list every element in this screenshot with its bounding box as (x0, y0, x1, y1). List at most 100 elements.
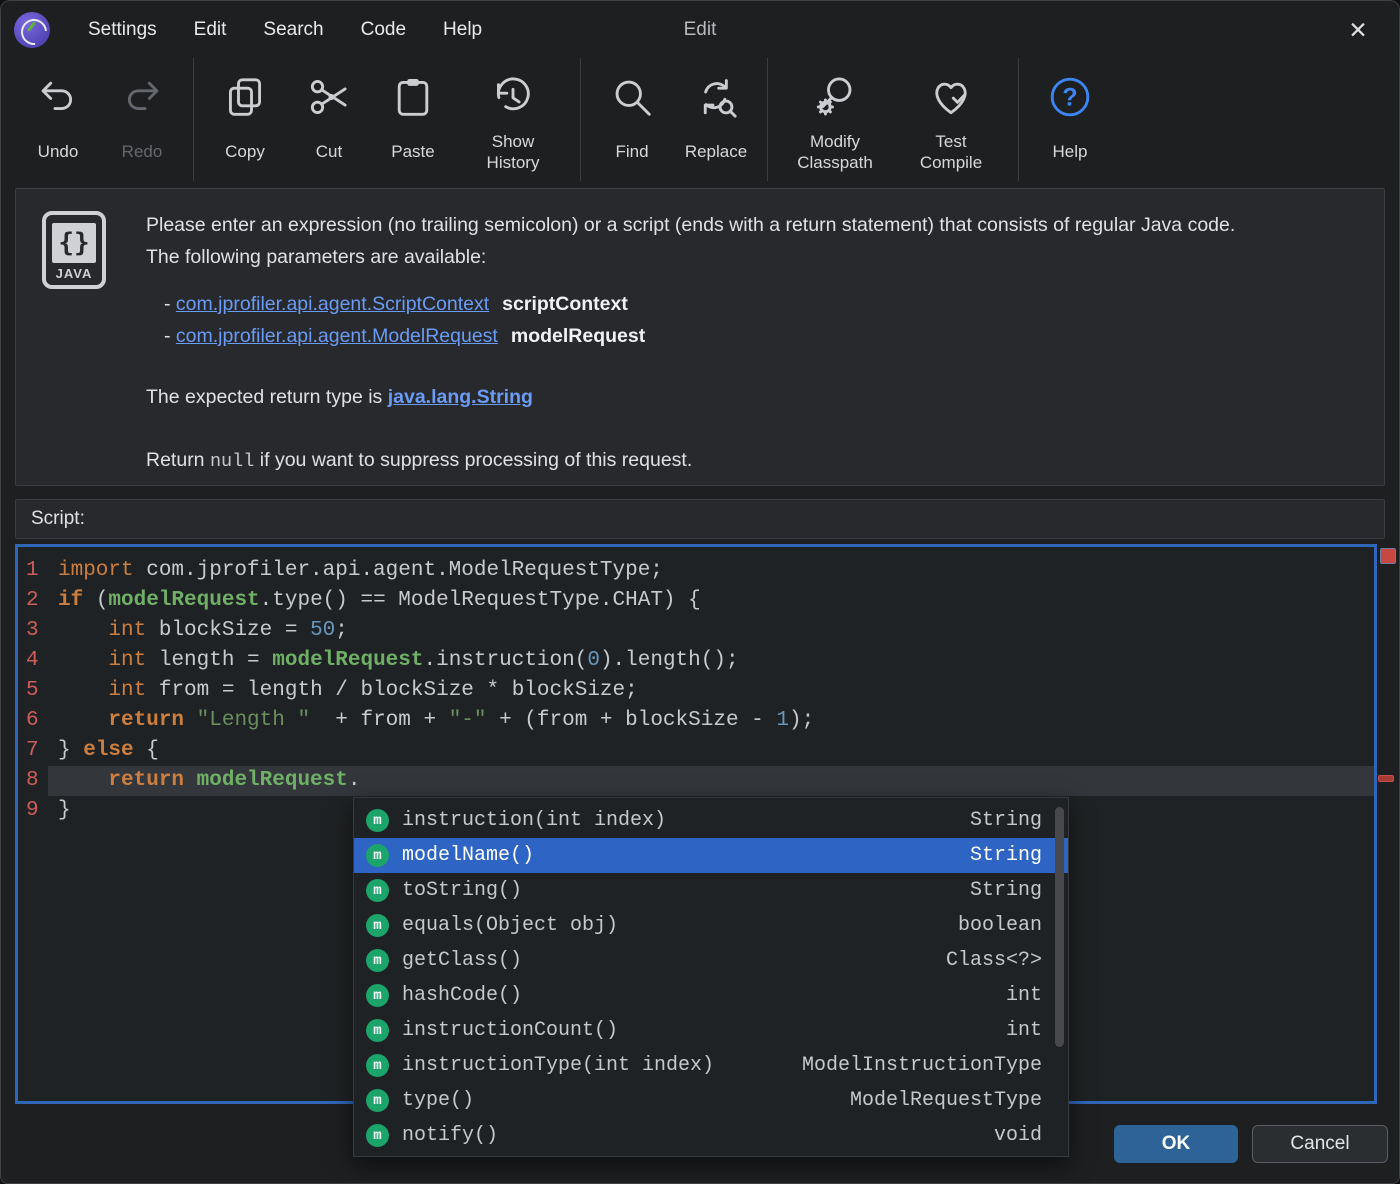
java-file-icon: {} JAVA (42, 211, 106, 289)
code-line: 4 int length = modelRequest.instruction(… (22, 646, 1374, 676)
toolbar-group: Undo Redo (7, 58, 193, 181)
redo-icon (119, 66, 165, 128)
help-icon: ? (1047, 66, 1093, 128)
method-signature: equals(Object obj) (402, 914, 618, 937)
completion-item[interactable]: mtoString()String (354, 873, 1068, 908)
replace-icon (693, 66, 739, 128)
parameter-class-link[interactable]: com.jprofiler.api.agent.ModelRequest (176, 325, 498, 347)
method-icon: m (366, 949, 389, 972)
find-button[interactable]: Find (590, 58, 674, 181)
line-number: 4 (22, 646, 48, 676)
close-icon[interactable]: ✕ (1341, 13, 1375, 47)
line-number: 3 (22, 616, 48, 646)
completion-item[interactable]: mnotify()void (354, 1118, 1068, 1153)
toolbar-button-label: Help (1053, 128, 1088, 177)
completion-item[interactable]: minstructionCount()int (354, 1013, 1068, 1048)
script-label-panel: Script: (15, 499, 1385, 539)
ok-button[interactable]: OK (1114, 1125, 1238, 1163)
method-signature: notify() (402, 1124, 498, 1147)
parameter-name: scriptContext (502, 293, 628, 315)
error-stripe-line-mark[interactable] (1378, 775, 1394, 782)
menu-edit[interactable]: Edit (194, 19, 227, 41)
parameter-name: modelRequest (511, 325, 645, 347)
toolbar-button-label: Replace (685, 128, 747, 177)
toolbar-button-label: Find (615, 128, 648, 177)
jprofiler-logo-icon (14, 12, 50, 48)
toolbar-button-label: Copy (225, 128, 265, 177)
redo-button[interactable]: Redo (100, 58, 184, 181)
method-icon: m (366, 914, 389, 937)
error-stripe-top-mark[interactable] (1380, 548, 1396, 564)
cut-button[interactable]: Cut (287, 58, 371, 181)
method-icon: m (366, 1054, 389, 1077)
method-return-type: boolean (958, 914, 1042, 937)
modify-classpath-button[interactable]: Modify Classpath (777, 58, 893, 181)
method-icon: m (366, 1124, 389, 1147)
code-line: 2if (modelRequest.type() == ModelRequest… (22, 586, 1374, 616)
java-braces-glyph: {} (52, 223, 96, 263)
method-return-type: String (970, 879, 1042, 902)
popup-scrollbar[interactable] (1055, 807, 1064, 1047)
replace-button[interactable]: Replace (674, 58, 758, 181)
code-line: 1import com.jprofiler.api.agent.ModelReq… (22, 556, 1374, 586)
find-icon (609, 66, 655, 128)
parameter-item: - com.jprofiler.api.agent.ModelRequestmo… (164, 320, 1354, 352)
svg-text:?: ? (1062, 83, 1077, 111)
script-label: Script: (31, 508, 85, 530)
menu-code[interactable]: Code (361, 19, 406, 41)
completion-popup: minstruction(int index)StringmmodelName(… (353, 797, 1069, 1157)
menu-search[interactable]: Search (263, 19, 323, 41)
method-icon: m (366, 984, 389, 1007)
method-signature: instructionCount() (402, 1019, 618, 1042)
help-button[interactable]: ? Help (1028, 58, 1112, 181)
method-return-type: Class<?> (946, 949, 1042, 972)
menu-settings[interactable]: Settings (88, 19, 157, 41)
method-return-type: int (1006, 984, 1042, 1007)
history-icon (490, 66, 536, 128)
method-return-type: String (970, 844, 1042, 867)
completion-item[interactable]: mtype()ModelRequestType (354, 1083, 1068, 1118)
method-signature: getClass() (402, 949, 522, 972)
test-compile-button[interactable]: Test Compile (893, 58, 1009, 181)
error-stripe (1377, 544, 1399, 1104)
return-type-link[interactable]: java.lang.String (388, 386, 533, 408)
toolbar-button-label: Show History (465, 128, 561, 177)
toolbar-group: Find Replace (580, 58, 767, 181)
menubar: Settings Edit Search Code Help (88, 19, 482, 41)
code-line: 8 return modelRequest. (22, 766, 1374, 796)
method-icon: m (366, 879, 389, 902)
completion-item[interactable]: m hashCode() int (354, 978, 1068, 1013)
copy-button[interactable]: Copy (203, 58, 287, 181)
completion-item[interactable]: minstructionType(int index)ModelInstruct… (354, 1048, 1068, 1083)
toolbar-group: Modify ClasspathTest Compile (767, 58, 1018, 181)
info-text: Please enter an expression (no trailing … (146, 209, 1354, 485)
method-return-type: ModelInstructionType (802, 1054, 1042, 1077)
completion-item[interactable]: m getClass() Class<?> (354, 943, 1068, 978)
show-history-button[interactable]: Show History (455, 58, 571, 181)
info-panel: {} JAVA Please enter an expression (no t… (15, 188, 1385, 486)
toolbar-button-label: Paste (391, 128, 434, 177)
toolbar-group: Copy Cut Paste Show History (193, 58, 580, 181)
cancel-button[interactable]: Cancel (1252, 1125, 1388, 1163)
paste-icon (390, 66, 436, 128)
code-line: 7} else { (22, 736, 1374, 766)
completion-item-selected[interactable]: mmodelName()String (354, 838, 1068, 873)
paste-button[interactable]: Paste (371, 58, 455, 181)
completion-item[interactable]: m equals(Object obj) boolean (354, 908, 1068, 943)
heart-check-icon (928, 66, 974, 128)
method-icon: m (366, 809, 389, 832)
toolbar-button-label: Modify Classpath (787, 128, 883, 177)
toolbar-button-label: Undo (38, 128, 79, 177)
method-signature: hashCode() (402, 984, 522, 1007)
parameter-class-link[interactable]: com.jprofiler.api.agent.ScriptContext (176, 293, 489, 315)
menu-help[interactable]: Help (443, 19, 482, 41)
code-line: 3 int blockSize = 50; (22, 616, 1374, 646)
parameter-list: - com.jprofiler.api.agent.ScriptContexts… (146, 288, 1354, 352)
undo-button[interactable]: Undo (16, 58, 100, 181)
toolbar: Undo Redo Copy Cut Paste Show History Find Repl… (1, 58, 1399, 181)
method-icon: m (366, 844, 389, 867)
line-number: 8 (22, 766, 48, 796)
completion-item[interactable]: minstruction(int index)String (354, 803, 1068, 838)
cut-icon (306, 66, 352, 128)
method-signature: instruction(int index) (402, 809, 666, 832)
